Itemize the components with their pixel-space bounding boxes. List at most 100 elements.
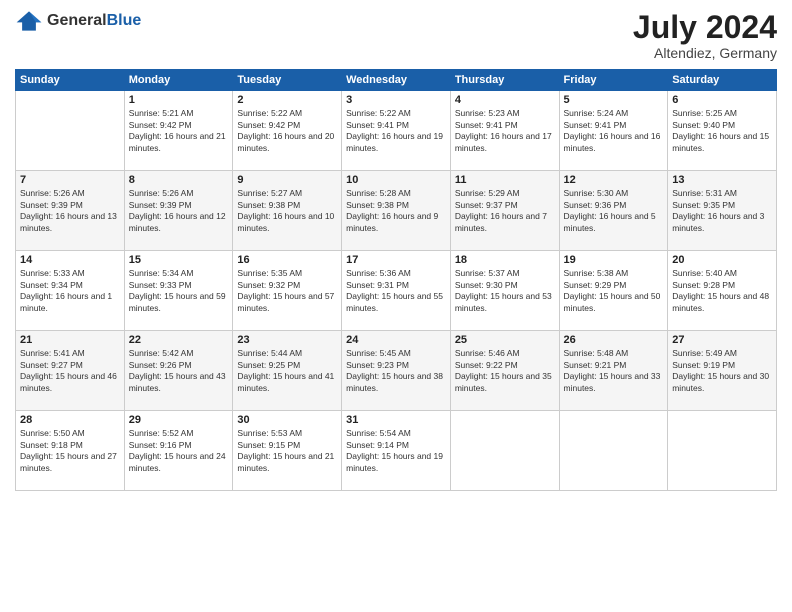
day-number: 21 [20, 334, 120, 346]
cell-text: Sunrise: 5:40 AM Sunset: 9:28 PM Dayligh… [672, 268, 772, 314]
calendar-cell: 16 Sunrise: 5:35 AM Sunset: 9:32 PM Dayli… [233, 251, 342, 331]
calendar-cell: 29Sunrise: 5:52 AM Sunset: 9:16 PM Dayli… [124, 411, 233, 491]
calendar-cell: 9 Sunrise: 5:27 AM Sunset: 9:38 PM Daylig… [233, 171, 342, 251]
cell-text: Sunrise: 5:36 AM Sunset: 9:31 PM Dayligh… [346, 268, 446, 314]
calendar-cell [668, 411, 777, 491]
cell-text: Sunrise: 5:22 AM Sunset: 9:42 PM Dayligh… [237, 108, 337, 154]
calendar-cell [16, 91, 125, 171]
calendar-cell: 4 Sunrise: 5:23 AM Sunset: 9:41 PM Daylig… [450, 91, 559, 171]
cell-text: Sunrise: 5:38 AM Sunset: 9:29 PM Dayligh… [564, 268, 664, 314]
calendar-cell: 22 Sunrise: 5:42 AM Sunset: 9:26 PM Dayli… [124, 331, 233, 411]
day-number: 25 [455, 334, 555, 346]
cell-text: Sunrise: 5:42 AM Sunset: 9:26 PM Dayligh… [129, 348, 229, 394]
calendar-cell [559, 411, 668, 491]
logo: GeneralBlue [15, 10, 141, 32]
calendar-cell: 27 Sunrise: 5:49 AM Sunset: 9:19 PM Dayli… [668, 331, 777, 411]
calendar-cell: 17Sunrise: 5:36 AM Sunset: 9:31 PM Dayli… [342, 251, 451, 331]
calendar-cell: 13Sunrise: 5:31 AM Sunset: 9:35 PM Dayli… [668, 171, 777, 251]
page: GeneralBlue July 2024 Altendiez, Germany… [0, 0, 792, 612]
cell-text: Sunrise: 5:30 AM Sunset: 9:36 PM Dayligh… [564, 188, 664, 234]
col-friday: Friday [559, 70, 668, 91]
day-number: 4 [455, 94, 555, 106]
week-row-5: 28 Sunrise: 5:50 AM Sunset: 9:18 PM Dayli… [16, 411, 777, 491]
calendar-cell: 7 Sunrise: 5:26 AM Sunset: 9:39 PM Daylig… [16, 171, 125, 251]
calendar-cell: 25 Sunrise: 5:46 AM Sunset: 9:22 PM Dayli… [450, 331, 559, 411]
week-row-4: 21 Sunrise: 5:41 AM Sunset: 9:27 PM Dayli… [16, 331, 777, 411]
day-number: 13 [672, 174, 772, 186]
cell-text: Sunrise: 5:33 AM Sunset: 9:34 PM Dayligh… [20, 268, 120, 314]
day-number: 6 [672, 94, 772, 106]
day-number: 15 [129, 254, 229, 266]
logo-text: GeneralBlue [47, 12, 141, 29]
cell-text: Sunrise: 5:26 AM Sunset: 9:39 PM Dayligh… [20, 188, 120, 234]
calendar-cell [450, 411, 559, 491]
day-number: 14 [20, 254, 120, 266]
calendar-cell: 28 Sunrise: 5:50 AM Sunset: 9:18 PM Dayli… [16, 411, 125, 491]
day-number: 28 [20, 414, 120, 426]
calendar-cell: 21 Sunrise: 5:41 AM Sunset: 9:27 PM Dayli… [16, 331, 125, 411]
cell-text: Sunrise: 5:23 AM Sunset: 9:41 PM Dayligh… [455, 108, 555, 154]
day-number: 2 [237, 94, 337, 106]
day-number: 18 [455, 254, 555, 266]
day-number: 20 [672, 254, 772, 266]
cell-text: Sunrise: 5:46 AM Sunset: 9:22 PM Dayligh… [455, 348, 555, 394]
day-number: 30 [237, 414, 337, 426]
day-number: 23 [237, 334, 337, 346]
logo-icon [15, 10, 43, 32]
location: Altendiez, Germany [633, 45, 777, 61]
cell-text: Sunrise: 5:52 AM Sunset: 9:16 PM Dayligh… [129, 428, 229, 474]
calendar-cell: 14 Sunrise: 5:33 AM Sunset: 9:34 PM Dayli… [16, 251, 125, 331]
cell-text: Sunrise: 5:29 AM Sunset: 9:37 PM Dayligh… [455, 188, 555, 234]
cell-text: Sunrise: 5:50 AM Sunset: 9:18 PM Dayligh… [20, 428, 120, 474]
cell-text: Sunrise: 5:26 AM Sunset: 9:39 PM Dayligh… [129, 188, 229, 234]
cell-text: Sunrise: 5:21 AM Sunset: 9:42 PM Dayligh… [129, 108, 229, 154]
calendar-cell: 24 Sunrise: 5:45 AM Sunset: 9:23 PM Dayli… [342, 331, 451, 411]
day-number: 7 [20, 174, 120, 186]
cell-text: Sunrise: 5:53 AM Sunset: 9:15 PM Dayligh… [237, 428, 337, 474]
calendar-cell: 5 Sunrise: 5:24 AM Sunset: 9:41 PM Daylig… [559, 91, 668, 171]
day-number: 9 [237, 174, 337, 186]
day-number: 24 [346, 334, 446, 346]
day-number: 26 [564, 334, 664, 346]
day-number: 27 [672, 334, 772, 346]
month-year: July 2024 [633, 10, 777, 45]
cell-text: Sunrise: 5:27 AM Sunset: 9:38 PM Dayligh… [237, 188, 337, 234]
calendar-cell: 31 Sunrise: 5:54 AM Sunset: 9:14 PM Dayli… [342, 411, 451, 491]
header: GeneralBlue July 2024 Altendiez, Germany [15, 10, 777, 61]
cell-text: Sunrise: 5:45 AM Sunset: 9:23 PM Dayligh… [346, 348, 446, 394]
day-number: 11 [455, 174, 555, 186]
cell-text: Sunrise: 5:28 AM Sunset: 9:38 PM Dayligh… [346, 188, 446, 234]
calendar-cell: 23Sunrise: 5:44 AM Sunset: 9:25 PM Dayli… [233, 331, 342, 411]
day-number: 16 [237, 254, 337, 266]
cell-text: Sunrise: 5:54 AM Sunset: 9:14 PM Dayligh… [346, 428, 446, 474]
day-number: 8 [129, 174, 229, 186]
day-number: 12 [564, 174, 664, 186]
header-row: Sunday Monday Tuesday Wednesday Thursday… [16, 70, 777, 91]
cell-text: Sunrise: 5:37 AM Sunset: 9:30 PM Dayligh… [455, 268, 555, 314]
calendar-cell: 2 Sunrise: 5:22 AM Sunset: 9:42 PM Daylig… [233, 91, 342, 171]
week-row-3: 14 Sunrise: 5:33 AM Sunset: 9:34 PM Dayli… [16, 251, 777, 331]
cell-text: Sunrise: 5:35 AM Sunset: 9:32 PM Dayligh… [237, 268, 337, 314]
calendar-cell: 18 Sunrise: 5:37 AM Sunset: 9:30 PM Dayli… [450, 251, 559, 331]
calendar-cell: 20 Sunrise: 5:40 AM Sunset: 9:28 PM Dayli… [668, 251, 777, 331]
calendar-cell: 1Sunrise: 5:21 AM Sunset: 9:42 PM Daylig… [124, 91, 233, 171]
cell-text: Sunrise: 5:48 AM Sunset: 9:21 PM Dayligh… [564, 348, 664, 394]
col-wednesday: Wednesday [342, 70, 451, 91]
day-number: 10 [346, 174, 446, 186]
calendar-cell: 8 Sunrise: 5:26 AM Sunset: 9:39 PM Daylig… [124, 171, 233, 251]
calendar-cell: 15Sunrise: 5:34 AM Sunset: 9:33 PM Dayli… [124, 251, 233, 331]
cell-text: Sunrise: 5:25 AM Sunset: 9:40 PM Dayligh… [672, 108, 772, 154]
day-number: 5 [564, 94, 664, 106]
calendar-cell: 6 Sunrise: 5:25 AM Sunset: 9:40 PM Daylig… [668, 91, 777, 171]
day-number: 31 [346, 414, 446, 426]
cell-text: Sunrise: 5:49 AM Sunset: 9:19 PM Dayligh… [672, 348, 772, 394]
calendar-table: Sunday Monday Tuesday Wednesday Thursday… [15, 69, 777, 491]
cell-text: Sunrise: 5:41 AM Sunset: 9:27 PM Dayligh… [20, 348, 120, 394]
title-block: July 2024 Altendiez, Germany [633, 10, 777, 61]
calendar-cell: 26 Sunrise: 5:48 AM Sunset: 9:21 PM Dayli… [559, 331, 668, 411]
cell-text: Sunrise: 5:24 AM Sunset: 9:41 PM Dayligh… [564, 108, 664, 154]
day-number: 22 [129, 334, 229, 346]
col-thursday: Thursday [450, 70, 559, 91]
day-number: 3 [346, 94, 446, 106]
cell-text: Sunrise: 5:22 AM Sunset: 9:41 PM Dayligh… [346, 108, 446, 154]
